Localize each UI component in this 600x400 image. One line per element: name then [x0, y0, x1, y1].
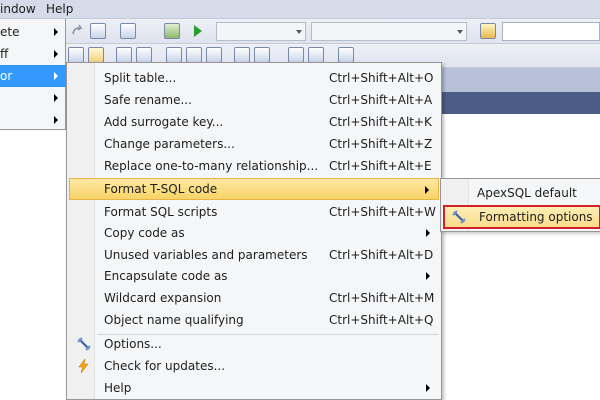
search-input[interactable] — [502, 22, 600, 41]
parent-menu-item[interactable] — [0, 87, 66, 109]
print-icon[interactable] — [120, 23, 136, 39]
text-icon[interactable] — [88, 47, 104, 63]
options-wrench-icon — [76, 336, 92, 352]
outline-icon[interactable] — [68, 47, 84, 63]
menu-item-apexsql-default[interactable]: ApexSQL default — [443, 182, 600, 204]
submenu-arrow-icon — [54, 28, 58, 36]
menu-item-safe-rename[interactable]: Safe rename... Ctrl+Shift+Alt+A — [69, 89, 439, 111]
submenu-arrow-icon — [54, 72, 58, 80]
menu-help[interactable]: Help — [46, 2, 73, 16]
submenu-arrow-icon — [426, 384, 430, 392]
toolbar-standard — [66, 19, 600, 44]
menu-item-help[interactable]: Help — [69, 377, 439, 399]
list-icon[interactable] — [136, 47, 152, 63]
submenu-arrow-icon — [426, 272, 430, 280]
menu-item-object-name-qualifying[interactable]: Object name qualifying Ctrl+Shift+Alt+Q — [69, 309, 439, 331]
menu-item-formatting-options[interactable]: Formatting options — [443, 205, 600, 229]
refactor-submenu: Split table... Ctrl+Shift+Alt+O Safe ren… — [66, 62, 442, 400]
options-wrench-icon — [451, 209, 467, 225]
navigate-icon[interactable] — [90, 23, 106, 39]
menu-bar: indow Help — [0, 0, 600, 19]
execute-icon[interactable] — [194, 25, 202, 37]
increase-indent-icon[interactable] — [308, 47, 324, 63]
grid-icon[interactable] — [186, 47, 202, 63]
submenu-arrow-icon — [54, 94, 58, 102]
menu-item-change-parameters[interactable]: Change parameters... Ctrl+Shift+Alt+Z — [69, 133, 439, 155]
folder-icon[interactable] — [480, 23, 496, 39]
menu-item-format-sql-scripts[interactable]: Format SQL scripts Ctrl+Shift+Alt+W — [69, 201, 439, 223]
parent-menu-item-active[interactable]: or — [0, 65, 66, 87]
table-icon[interactable] — [166, 47, 182, 63]
lightning-icon — [76, 358, 92, 374]
database-combo[interactable] — [216, 22, 306, 41]
submenu-arrow-icon — [54, 116, 58, 124]
submenu-arrow-icon — [426, 229, 430, 237]
menu-item-copy-code-as[interactable]: Copy code as — [69, 222, 439, 244]
server-combo[interactable] — [311, 22, 467, 41]
sort-icon[interactable] — [338, 47, 354, 63]
menu-item-unused-variables[interactable]: Unused variables and parameters Ctrl+Shi… — [69, 244, 439, 266]
menu-item-options[interactable]: Options... — [69, 333, 439, 355]
results-icon[interactable] — [206, 47, 222, 63]
menu-item-check-for-updates[interactable]: Check for updates... — [69, 355, 439, 377]
redo-icon[interactable] — [70, 23, 86, 39]
submenu-arrow-icon — [425, 186, 429, 194]
menu-item-replace-relationship[interactable]: Replace one-to-many relationship... Ctrl… — [69, 155, 439, 177]
chart-icon[interactable] — [164, 23, 180, 39]
parent-menu-item[interactable]: ete — [0, 21, 66, 43]
submenu-arrow-icon — [54, 50, 58, 58]
decrease-indent-icon[interactable] — [288, 47, 304, 63]
menu-item-split-table[interactable]: Split table... Ctrl+Shift+Alt+O — [69, 67, 439, 89]
parent-menu-item[interactable]: ff — [0, 43, 66, 65]
menu-window[interactable]: indow — [0, 2, 36, 16]
format-tsql-submenu: ApexSQL default Formatting options — [440, 178, 600, 232]
parent-menu-item[interactable] — [0, 109, 66, 131]
indent-icon[interactable] — [116, 47, 132, 63]
uncomment-icon[interactable] — [254, 47, 270, 63]
parent-dropdown-menu: ete ff or — [0, 19, 66, 130]
menu-item-encapsulate-code-as[interactable]: Encapsulate code as — [69, 265, 439, 287]
comment-icon[interactable] — [234, 47, 250, 63]
menu-item-format-tsql-code[interactable]: Format T-SQL code — [69, 178, 439, 200]
menu-item-wildcard-expansion[interactable]: Wildcard expansion Ctrl+Shift+Alt+M — [69, 287, 439, 309]
menu-item-add-surrogate-key[interactable]: Add surrogate key... Ctrl+Shift+Alt+K — [69, 111, 439, 133]
